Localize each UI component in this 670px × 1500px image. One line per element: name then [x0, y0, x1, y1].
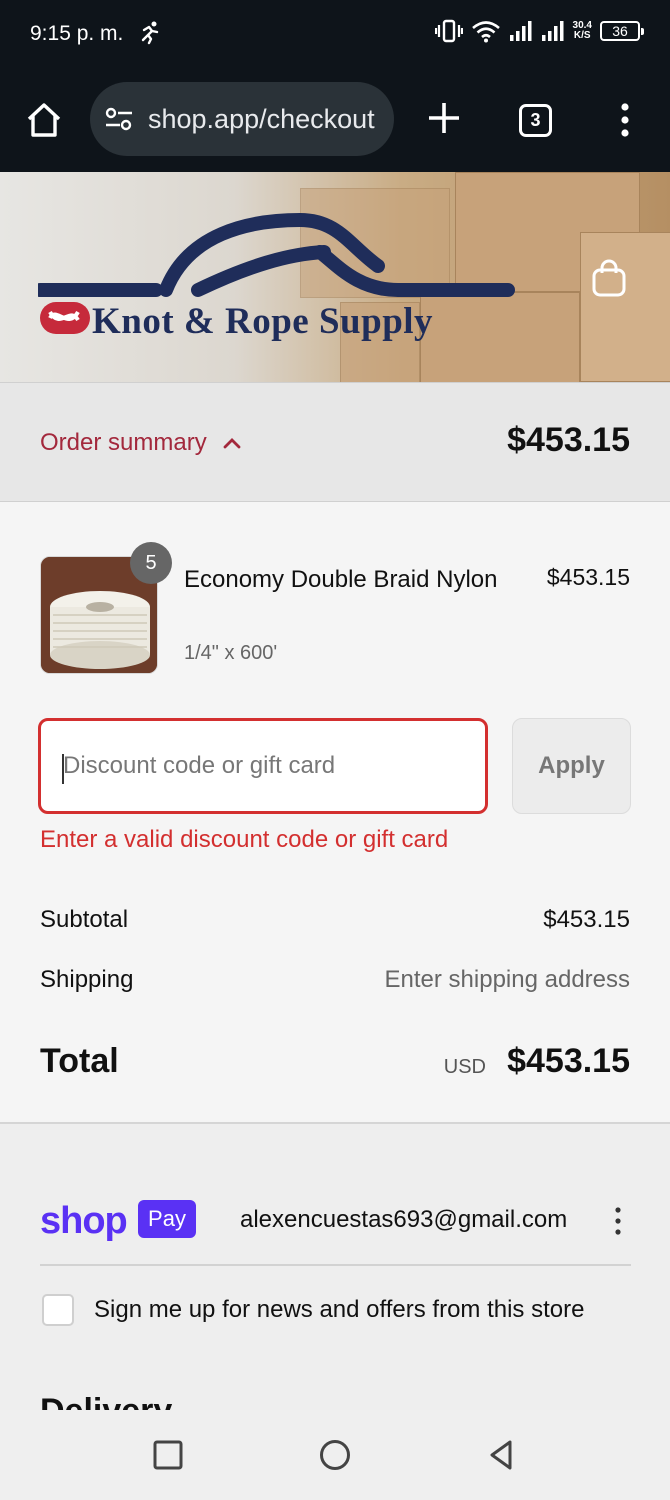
system-nav-bar [0, 1410, 670, 1500]
discount-code-input[interactable] [38, 718, 488, 814]
background-box [580, 232, 670, 382]
product-name: Economy Double Braid Nylon [184, 566, 498, 593]
site-settings-icon[interactable] [104, 106, 134, 132]
wifi-icon [471, 21, 500, 43]
newsletter-checkbox[interactable] [42, 1294, 74, 1326]
store-logo[interactable]: Knot & Rope Supply [33, 206, 528, 346]
quantity-badge: 5 [130, 542, 172, 584]
total-currency: USD [443, 1056, 486, 1078]
status-bar: 9:15 p. m. 30.4 K/S 36 [0, 0, 670, 70]
tabs-icon[interactable]: 3 [519, 104, 552, 137]
vibrate-icon [434, 19, 463, 43]
total-label: Total [40, 1042, 119, 1080]
status-time: 9:15 p. m. [30, 22, 124, 45]
signal-icon [541, 21, 564, 41]
more-icon[interactable] [612, 100, 638, 140]
battery-icon: 36 [600, 21, 644, 41]
checkout-form: shop Pay alexencuestas693@gmail.com Sign… [0, 1124, 670, 1430]
total-value: $453.15 [507, 1042, 630, 1080]
shipping-value: Enter shipping address [384, 966, 630, 993]
subtotal-label: Subtotal [40, 906, 129, 933]
url-text: shop.app/checkout [148, 103, 375, 134]
store-name: Knot & Rope Supply [92, 301, 434, 342]
apply-discount-button[interactable]: Apply [512, 718, 631, 814]
shop-pay-logo: shop [40, 1200, 128, 1242]
order-summary-header[interactable]: Order summary $453.15 [0, 382, 670, 502]
shop-pay-email: alexencuestas693@gmail.com [240, 1206, 568, 1233]
home-icon[interactable] [24, 100, 64, 140]
shipping-label: Shipping [40, 966, 134, 993]
discount-error-message: Enter a valid discount code or gift card [40, 826, 449, 853]
network-speed-unit: K/S [573, 30, 591, 41]
product-variant: 1/4" x 600' [184, 642, 278, 664]
text-caret [62, 754, 64, 784]
chevron-up-icon [223, 438, 241, 449]
more-options-icon[interactable] [612, 1206, 624, 1236]
divider [40, 1264, 631, 1266]
back-icon[interactable] [484, 1438, 518, 1472]
browser-toolbar: shop.app/checkout 3 [0, 70, 670, 172]
address-bar[interactable]: shop.app/checkout [90, 82, 394, 156]
newsletter-label[interactable]: Sign me up for news and offers from this… [94, 1296, 584, 1324]
status-icons: 30.4 K/S 36 [434, 18, 644, 44]
activity-icon [141, 21, 159, 45]
order-summary-toggle[interactable]: Order summary [40, 429, 241, 457]
order-summary-label: Order summary [40, 429, 207, 456]
order-summary-total: $453.15 [507, 421, 630, 459]
product-price: $453.15 [546, 564, 630, 590]
shop-pay-badge: Pay [138, 1200, 196, 1238]
order-summary-panel: 5 Economy Double Braid Nylon 1/4" x 600'… [0, 502, 670, 1124]
recents-icon[interactable] [151, 1438, 185, 1472]
home-circle-icon[interactable] [318, 1438, 352, 1472]
signal-icon [509, 21, 532, 41]
new-tab-icon[interactable] [424, 98, 464, 138]
shopping-bag-icon[interactable] [590, 258, 628, 298]
store-banner: Knot & Rope Supply [0, 172, 670, 382]
subtotal-value: $453.15 [543, 906, 630, 933]
network-speed: 30.4 K/S [573, 21, 592, 41]
